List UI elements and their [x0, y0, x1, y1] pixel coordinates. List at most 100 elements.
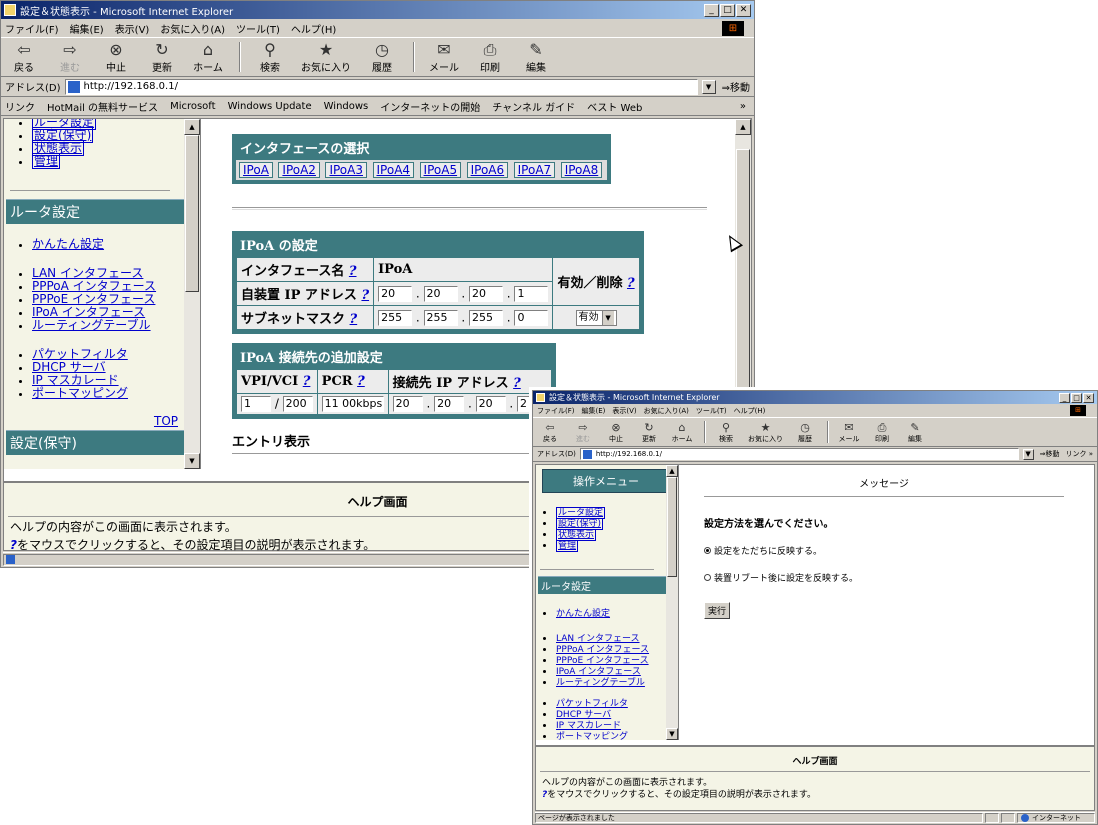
go-button[interactable]: ⇒移動 [722, 79, 750, 94]
scroll-thumb[interactable] [185, 135, 199, 292]
top-link[interactable]: TOP [154, 414, 178, 428]
link-best-web[interactable]: ベスト Web [587, 99, 642, 114]
print-button[interactable]: ⎙ 印刷 [475, 40, 505, 74]
nav-pppoa-interface[interactable]: PPPoA インタフェース [32, 279, 156, 293]
links-label[interactable]: リンク » [1065, 449, 1093, 459]
nav-pppoe-interface[interactable]: PPPoE インタフェース [32, 292, 155, 306]
favorites-button[interactable]: ★ お気に入り [301, 40, 351, 74]
forward-button[interactable]: ⇨ 進む [55, 40, 85, 74]
back-button[interactable]: ⇦ 戻る [9, 40, 39, 74]
address-dropdown-icon[interactable]: ▼ [701, 79, 716, 94]
stop-button[interactable]: ⊗ 中止 [101, 40, 131, 74]
mail-button[interactable]: ✉ メール [838, 421, 860, 444]
enable-select[interactable]: 有効 ▼ [575, 310, 617, 326]
menu-favorites[interactable]: お気に入り(A) [644, 406, 689, 416]
dest-octet-2[interactable]: 20 [434, 396, 465, 412]
iface-ipoa3[interactable]: IPoA3 [325, 162, 367, 178]
home-button[interactable]: ⌂ ホーム [193, 40, 223, 74]
menu-favorites[interactable]: お気に入り(A) [160, 21, 225, 36]
iface-ipoa[interactable]: IPoA [239, 162, 273, 178]
menu-file[interactable]: ファイル(F) [537, 406, 575, 416]
help-question-icon[interactable]: ? [349, 264, 357, 279]
address-dropdown-icon[interactable]: ▼ [1022, 448, 1034, 460]
iface-ipoa4[interactable]: IPoA4 [372, 162, 415, 178]
nav-pppoe-interface[interactable]: PPPoE インタフェース [556, 656, 649, 666]
nav-pppoa-interface[interactable]: PPPoA インタフェース [556, 645, 649, 655]
help-question-icon[interactable]: ? [361, 288, 369, 303]
ip-octet-4[interactable]: 1 [514, 285, 549, 302]
mask-octet-1[interactable]: 255 [378, 309, 413, 326]
option-apply-after-reboot[interactable]: 装置リブート後に設定を反映する。 [704, 571, 1094, 584]
mask-octet-4[interactable]: 0 [514, 309, 549, 326]
link-microsoft[interactable]: Microsoft [170, 101, 216, 112]
refresh-button[interactable]: ↻ 更新 [638, 421, 660, 444]
link-windows-update[interactable]: Windows Update [228, 101, 312, 112]
history-button[interactable]: ◷ 履歴 [794, 421, 816, 444]
menu-help[interactable]: ヘルプ(H) [734, 406, 766, 416]
print-button[interactable]: ⎙ 印刷 [871, 421, 893, 444]
history-button[interactable]: ◷ 履歴 [367, 40, 397, 74]
help-question-icon[interactable]: ? [303, 374, 311, 389]
vpi-input[interactable]: 1 [241, 396, 271, 412]
edit-button[interactable]: ✎ 編集 [521, 40, 551, 74]
dest-octet-1[interactable]: 20 [392, 396, 423, 412]
close-button[interactable]: ✕ [1083, 392, 1094, 403]
refresh-button[interactable]: ↻ 更新 [147, 40, 177, 74]
iface-ipoa2[interactable]: IPoA2 [278, 162, 320, 178]
iface-ipoa6[interactable]: IPoA6 [466, 162, 509, 178]
iface-ipoa8[interactable]: IPoA8 [560, 162, 603, 178]
address-input[interactable]: http://192.168.0.1/ [579, 448, 1019, 460]
link-windows[interactable]: Windows [324, 101, 369, 112]
nav-port-mapping[interactable]: ポートマッピング [556, 732, 628, 740]
minimize-button[interactable]: _ [704, 3, 719, 17]
close-button[interactable]: ✕ [736, 3, 751, 17]
nav-ipoa-interface[interactable]: IPoA インタフェース [32, 305, 145, 319]
scroll-up-icon[interactable]: ▲ [735, 119, 751, 135]
menu-edit[interactable]: 編集(E) [70, 21, 104, 36]
nav-lan-interface[interactable]: LAN インタフェース [556, 634, 640, 644]
nav-easy-setup[interactable]: かんたん設定 [556, 609, 610, 619]
help-question-icon[interactable]: ? [513, 376, 521, 391]
menu-tools[interactable]: ツール(T) [236, 21, 280, 36]
radio-selected-icon[interactable] [704, 547, 711, 554]
mask-octet-2[interactable]: 255 [423, 309, 458, 326]
iface-ipoa7[interactable]: IPoA7 [513, 162, 556, 178]
mail-button[interactable]: ✉ メール [429, 40, 459, 74]
help-question-icon[interactable]: ? [350, 312, 358, 327]
nav-dhcp-server[interactable]: DHCP サーバ [556, 710, 611, 720]
home-button[interactable]: ⌂ ホーム [671, 421, 693, 444]
nav-easy-setup[interactable]: かんたん設定 [32, 237, 104, 251]
favorites-button[interactable]: ★ お気に入り [748, 421, 783, 444]
ip-octet-3[interactable]: 20 [468, 285, 503, 302]
nav-routing-table[interactable]: ルーティングテーブル [32, 318, 151, 332]
mask-octet-3[interactable]: 255 [468, 309, 503, 326]
scroll-down-icon[interactable]: ▼ [184, 453, 200, 469]
search-button[interactable]: ⚲ 検索 [715, 421, 737, 444]
link-internet-start[interactable]: インターネットの開始 [380, 99, 480, 114]
chevron-right-icon[interactable]: » [740, 101, 746, 112]
link-hotmail[interactable]: HotMail の無料サービス [47, 99, 158, 114]
edit-button[interactable]: ✎ 編集 [904, 421, 926, 444]
nav-port-mapping[interactable]: ポートマッピング [32, 386, 128, 400]
scroll-down-icon[interactable]: ▼ [666, 728, 678, 740]
scroll-up-icon[interactable]: ▲ [184, 119, 200, 135]
iface-ipoa5[interactable]: IPoA5 [419, 162, 462, 178]
nav-scrollbar[interactable]: ▲ ▼ [184, 119, 200, 469]
nav-lan-interface[interactable]: LAN インタフェース [32, 266, 143, 280]
nav-ip-masquerade[interactable]: IP マスカレード [556, 721, 621, 731]
back-button[interactable]: ⇦ 戻る [539, 421, 561, 444]
menu-tools[interactable]: ツール(T) [696, 406, 727, 416]
nav-packet-filter[interactable]: パケットフィルタ [556, 699, 628, 709]
option-apply-now[interactable]: 設定をただちに反映する。 [704, 544, 1094, 557]
dest-octet-3[interactable]: 20 [475, 396, 506, 412]
radio-unselected-icon[interactable] [704, 574, 711, 581]
search-button[interactable]: ⚲ 検索 [255, 40, 285, 74]
nav-routing-table[interactable]: ルーティングテーブル [556, 678, 645, 688]
minimize-button[interactable]: _ [1059, 392, 1070, 403]
maximize-button[interactable]: □ [1071, 392, 1082, 403]
nav-packet-filter[interactable]: パケットフィルタ [32, 347, 128, 361]
menu-view[interactable]: 表示(V) [612, 406, 636, 416]
go-button[interactable]: ⇒移動 [1040, 449, 1060, 459]
scroll-thumb[interactable] [667, 477, 677, 577]
address-input[interactable]: http://192.168.0.1/ [64, 78, 698, 95]
